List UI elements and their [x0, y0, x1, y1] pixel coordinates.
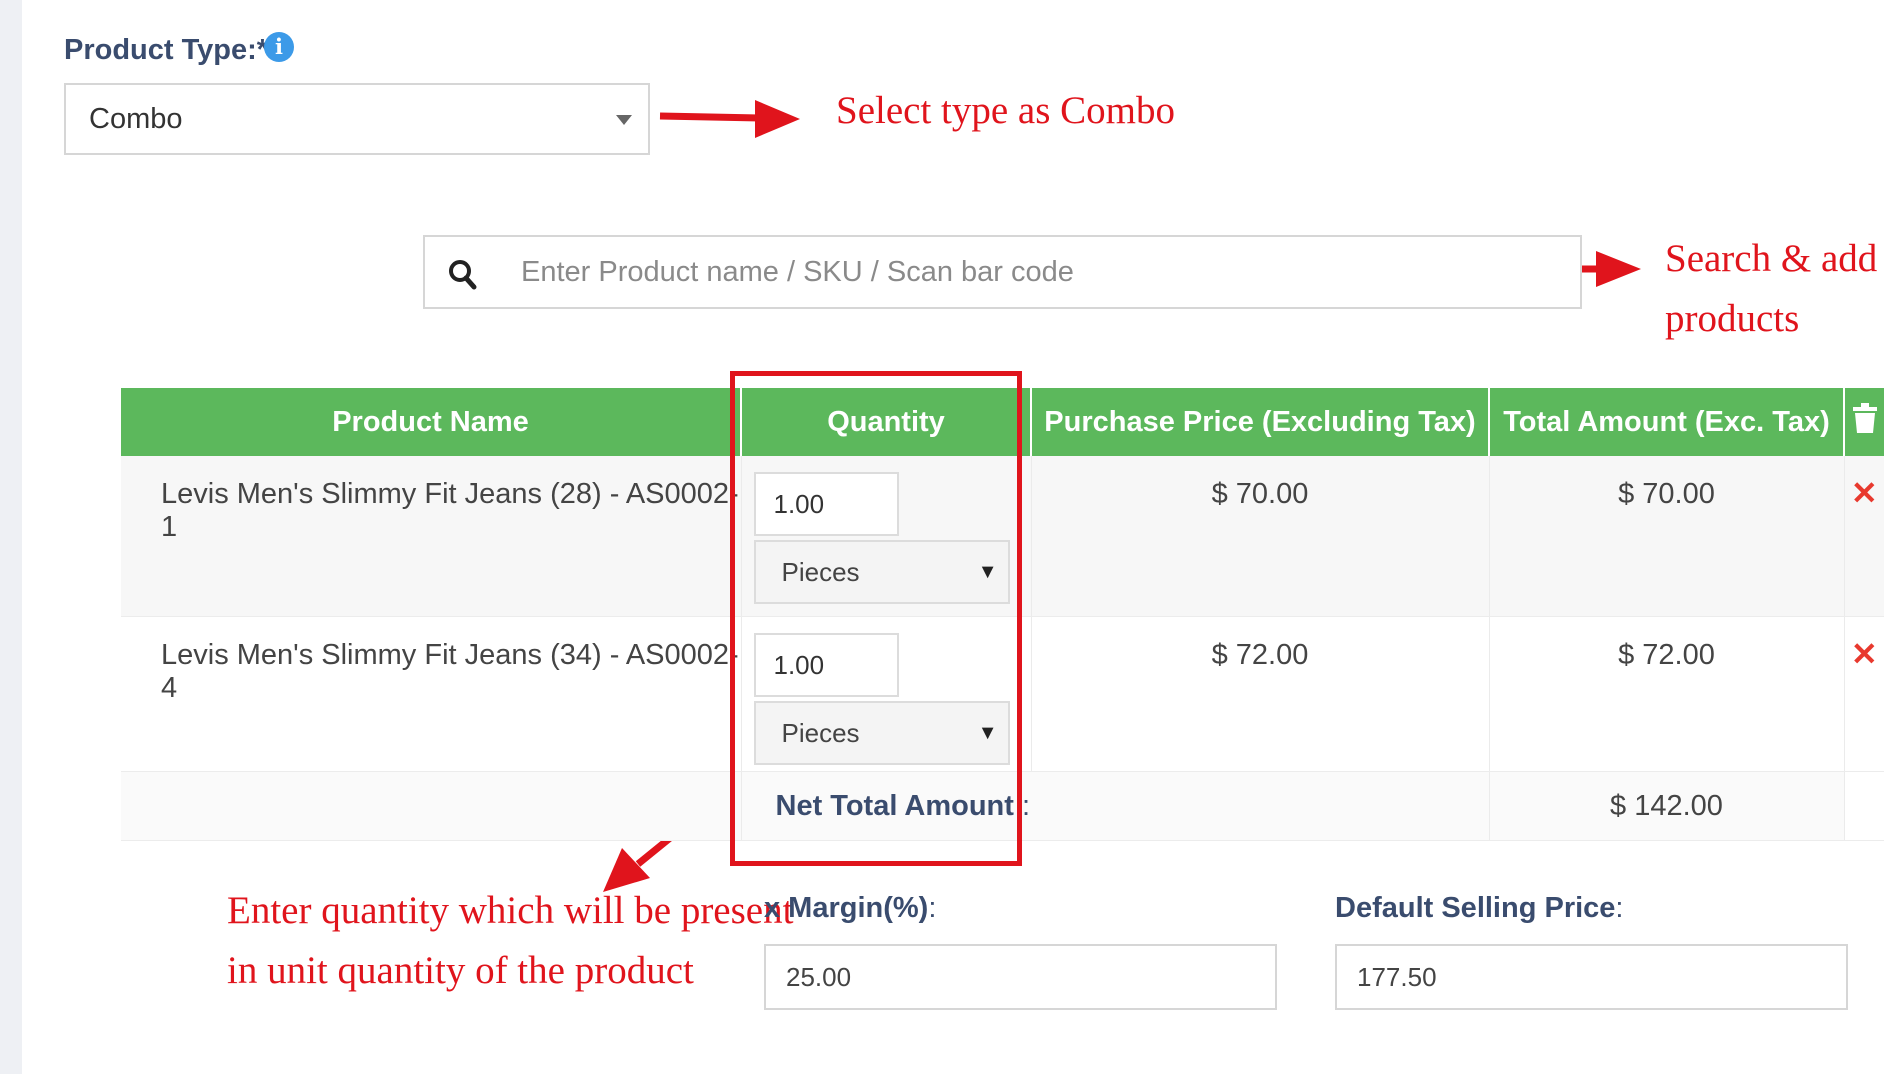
col-header-total-amount: Total Amount (Exc. Tax)	[1489, 388, 1845, 456]
total-amount-cell: $ 72.00	[1489, 616, 1845, 772]
quantity-cell: Pieces ▼	[741, 456, 1032, 617]
margin-label: x Margin(%):	[764, 892, 937, 924]
product-name-cell: Levis Men's Slimmy Fit Jeans (28) - AS00…	[121, 456, 742, 617]
product-name-cell: Levis Men's Slimmy Fit Jeans (34) - AS00…	[121, 616, 742, 772]
remove-row-icon[interactable]: ✕	[1845, 617, 1885, 673]
purchase-price-cell: $ 70.00	[1031, 456, 1490, 617]
search-addon	[423, 235, 499, 309]
purchase-price: $ 72.00	[1211, 639, 1309, 671]
unit-select[interactable]: Pieces ▼	[753, 701, 1010, 765]
unit-selected-value: Pieces	[781, 557, 860, 587]
default-selling-price-input[interactable]	[1335, 944, 1848, 1010]
total-amount: $ 72.00	[1618, 639, 1715, 671]
table-row: Levis Men's Slimmy Fit Jeans (28) - AS00…	[121, 456, 1884, 617]
total-amount: $ 70.00	[1618, 478, 1715, 510]
purchase-price: $ 70.00	[1211, 478, 1309, 510]
remove-cell: ✕	[1844, 616, 1885, 772]
remove-row-icon[interactable]: ✕	[1845, 456, 1885, 512]
col-header-purchase-price: Purchase Price (Excluding Tax)	[1031, 388, 1490, 456]
search-icon	[449, 260, 477, 290]
product-name: Levis Men's Slimmy Fit Jeans (28) - AS00…	[161, 478, 739, 543]
margin-input[interactable]	[764, 944, 1277, 1010]
total-amount-cell: $ 70.00	[1489, 456, 1845, 617]
table-row: Levis Men's Slimmy Fit Jeans (34) - AS00…	[121, 616, 1885, 772]
product-search	[423, 235, 1582, 309]
purchase-price-cell: $ 72.00	[1031, 616, 1490, 772]
col-header-product-name: Product Name	[121, 388, 742, 456]
col-header-delete	[1844, 388, 1884, 456]
default-selling-price-label: Default Selling Price:	[1335, 892, 1624, 924]
quantity-cell: Pieces ▼	[741, 616, 1032, 772]
combo-products-table: Product Name Quantity Purchase Price (Ex…	[121, 388, 1884, 841]
net-total-value: $ 142.00	[1610, 789, 1723, 822]
search-input[interactable]	[497, 235, 1582, 309]
table-header-row: Product Name Quantity Purchase Price (Ex…	[121, 388, 1884, 456]
net-total-label: Net Total Amount :	[775, 789, 1031, 822]
unit-selected-value: Pieces	[781, 718, 860, 748]
quantity-input[interactable]	[753, 472, 899, 536]
arrow-select-type	[659, 100, 800, 138]
caret-down-icon: ▼	[977, 561, 998, 583]
trash-icon	[1852, 403, 1877, 433]
net-total-row: Net Total Amount : $ 142.00	[121, 771, 1884, 841]
quantity-input[interactable]	[753, 633, 899, 697]
col-header-quantity: Quantity	[741, 388, 1032, 456]
caret-down-icon: ▼	[977, 722, 998, 744]
product-name: Levis Men's Slimmy Fit Jeans (34) - AS00…	[161, 639, 739, 704]
remove-cell: ✕	[1844, 456, 1884, 617]
unit-select[interactable]: Pieces ▼	[753, 540, 1010, 604]
